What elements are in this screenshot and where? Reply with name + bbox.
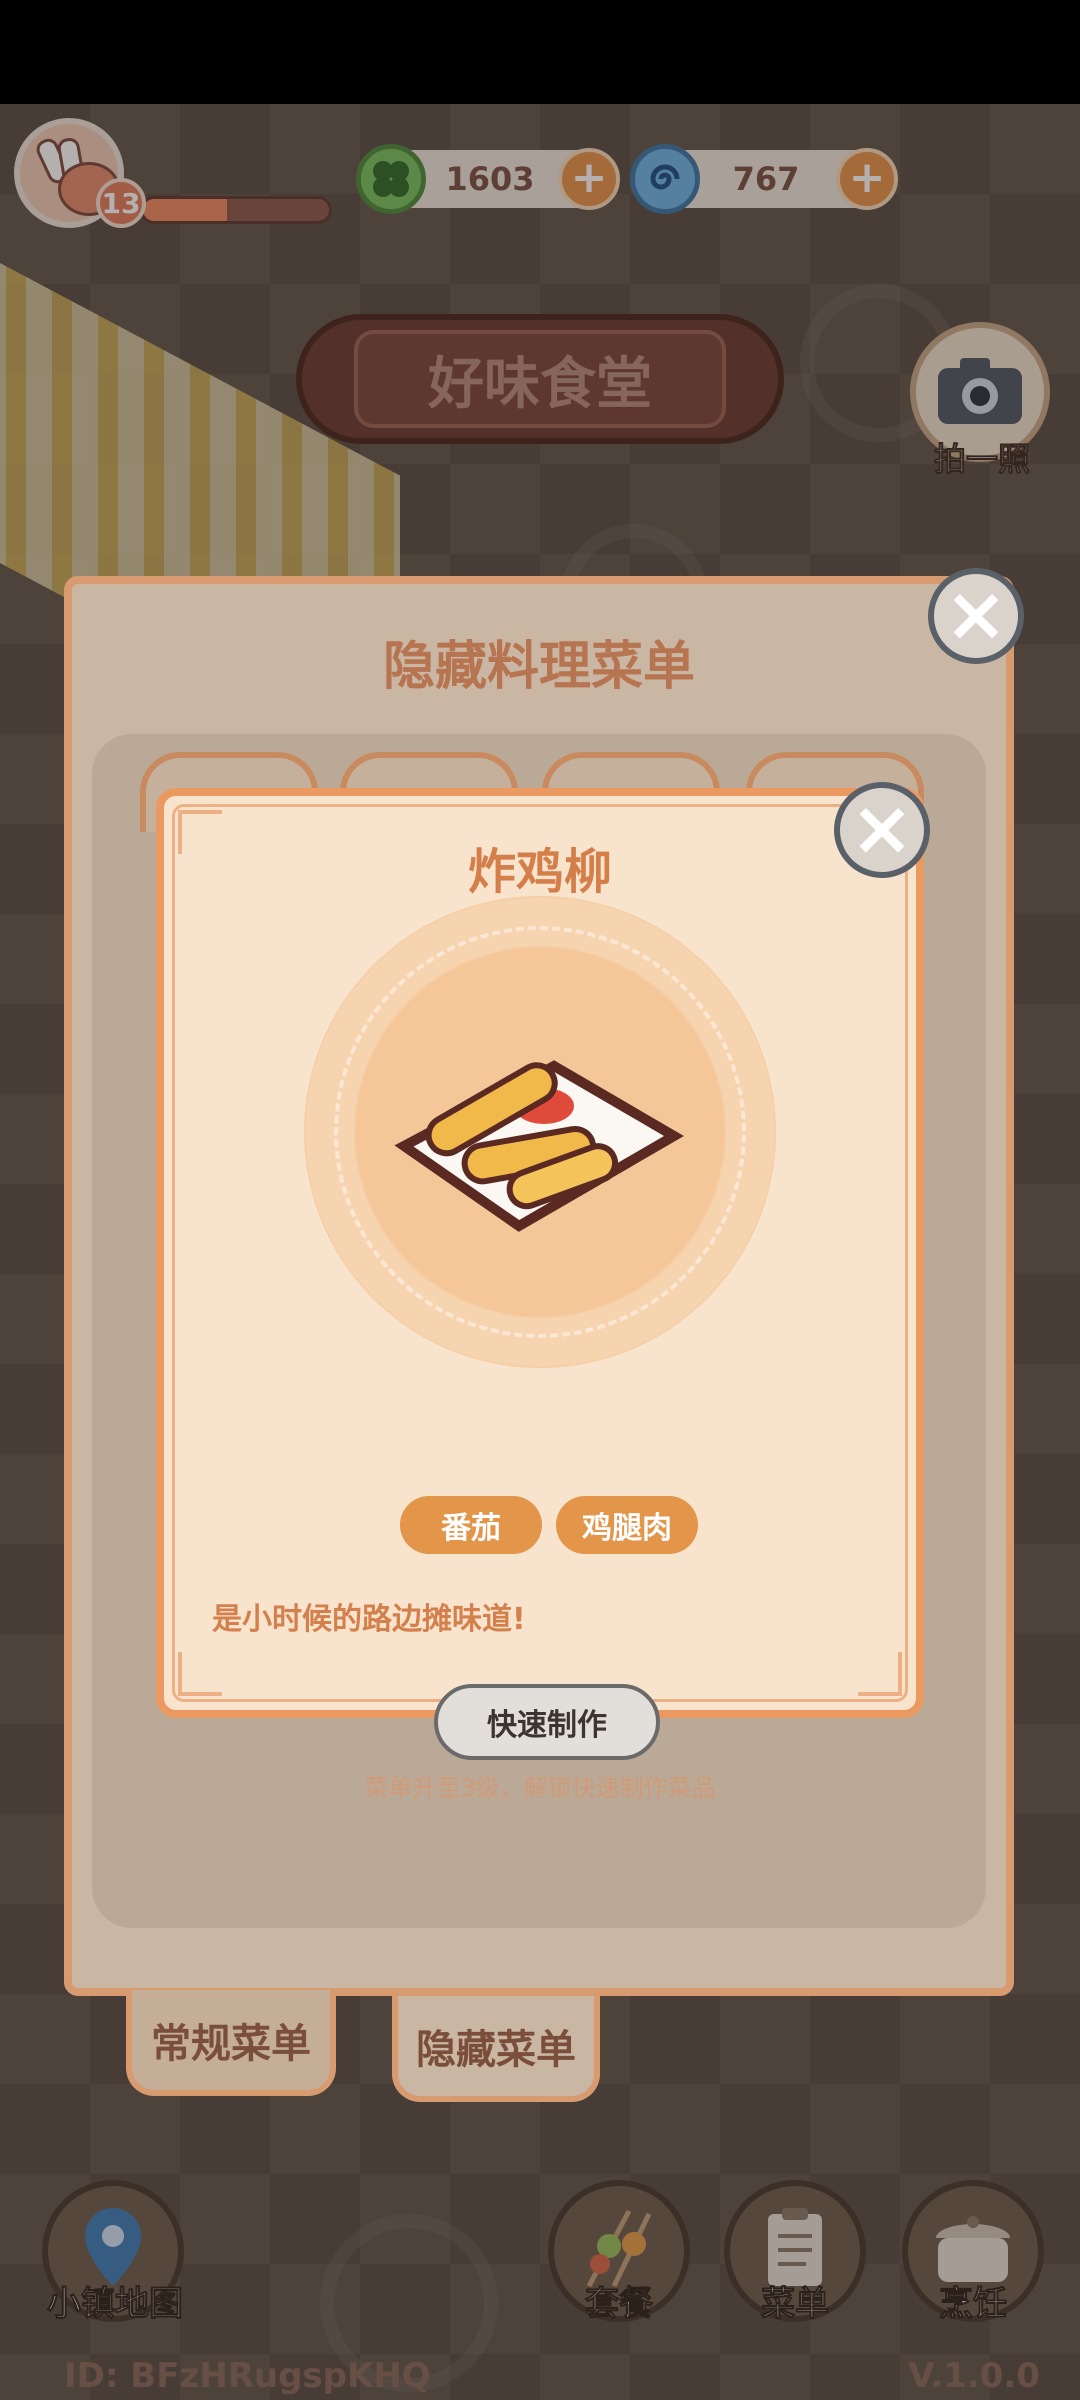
popup-close-button[interactable]: ×	[834, 782, 930, 878]
corner-ornament	[858, 1652, 902, 1696]
lace-doily	[304, 896, 776, 1368]
corner-ornament	[178, 1652, 222, 1696]
quick-make-button[interactable]: 快速制作	[434, 1684, 660, 1760]
ingredient-tag: 番茄	[400, 1496, 542, 1554]
status-bar	[0, 0, 1080, 104]
ingredient-tag: 鸡腿肉	[556, 1496, 698, 1554]
panel-close-button[interactable]: ×	[928, 568, 1024, 664]
fried-chicken-strips-icon	[394, 1060, 684, 1232]
tab-regular-menu[interactable]: 常规菜单	[126, 1990, 336, 2096]
panel-title: 隐藏料理菜单	[382, 637, 695, 697]
game-scene: 13 1603 + 767 + 好味食堂 拍一照 小镇地图 套餐 菜单 烹饪 I…	[0, 104, 1080, 2400]
dish-name: 炸鸡柳	[467, 844, 612, 900]
unlock-hint: 菜单升至3级，解锁快速制作菜品	[364, 1774, 716, 1802]
dish-description: 是小时候的路边摊味道!	[212, 1602, 526, 1637]
tab-hidden-menu[interactable]: 隐藏菜单	[392, 1996, 600, 2102]
dish-detail-popup: 炸鸡柳 番茄 鸡腿肉 是小时候的路边摊味道! 快速制作 菜单升至3级，解锁快速制…	[156, 788, 924, 1802]
